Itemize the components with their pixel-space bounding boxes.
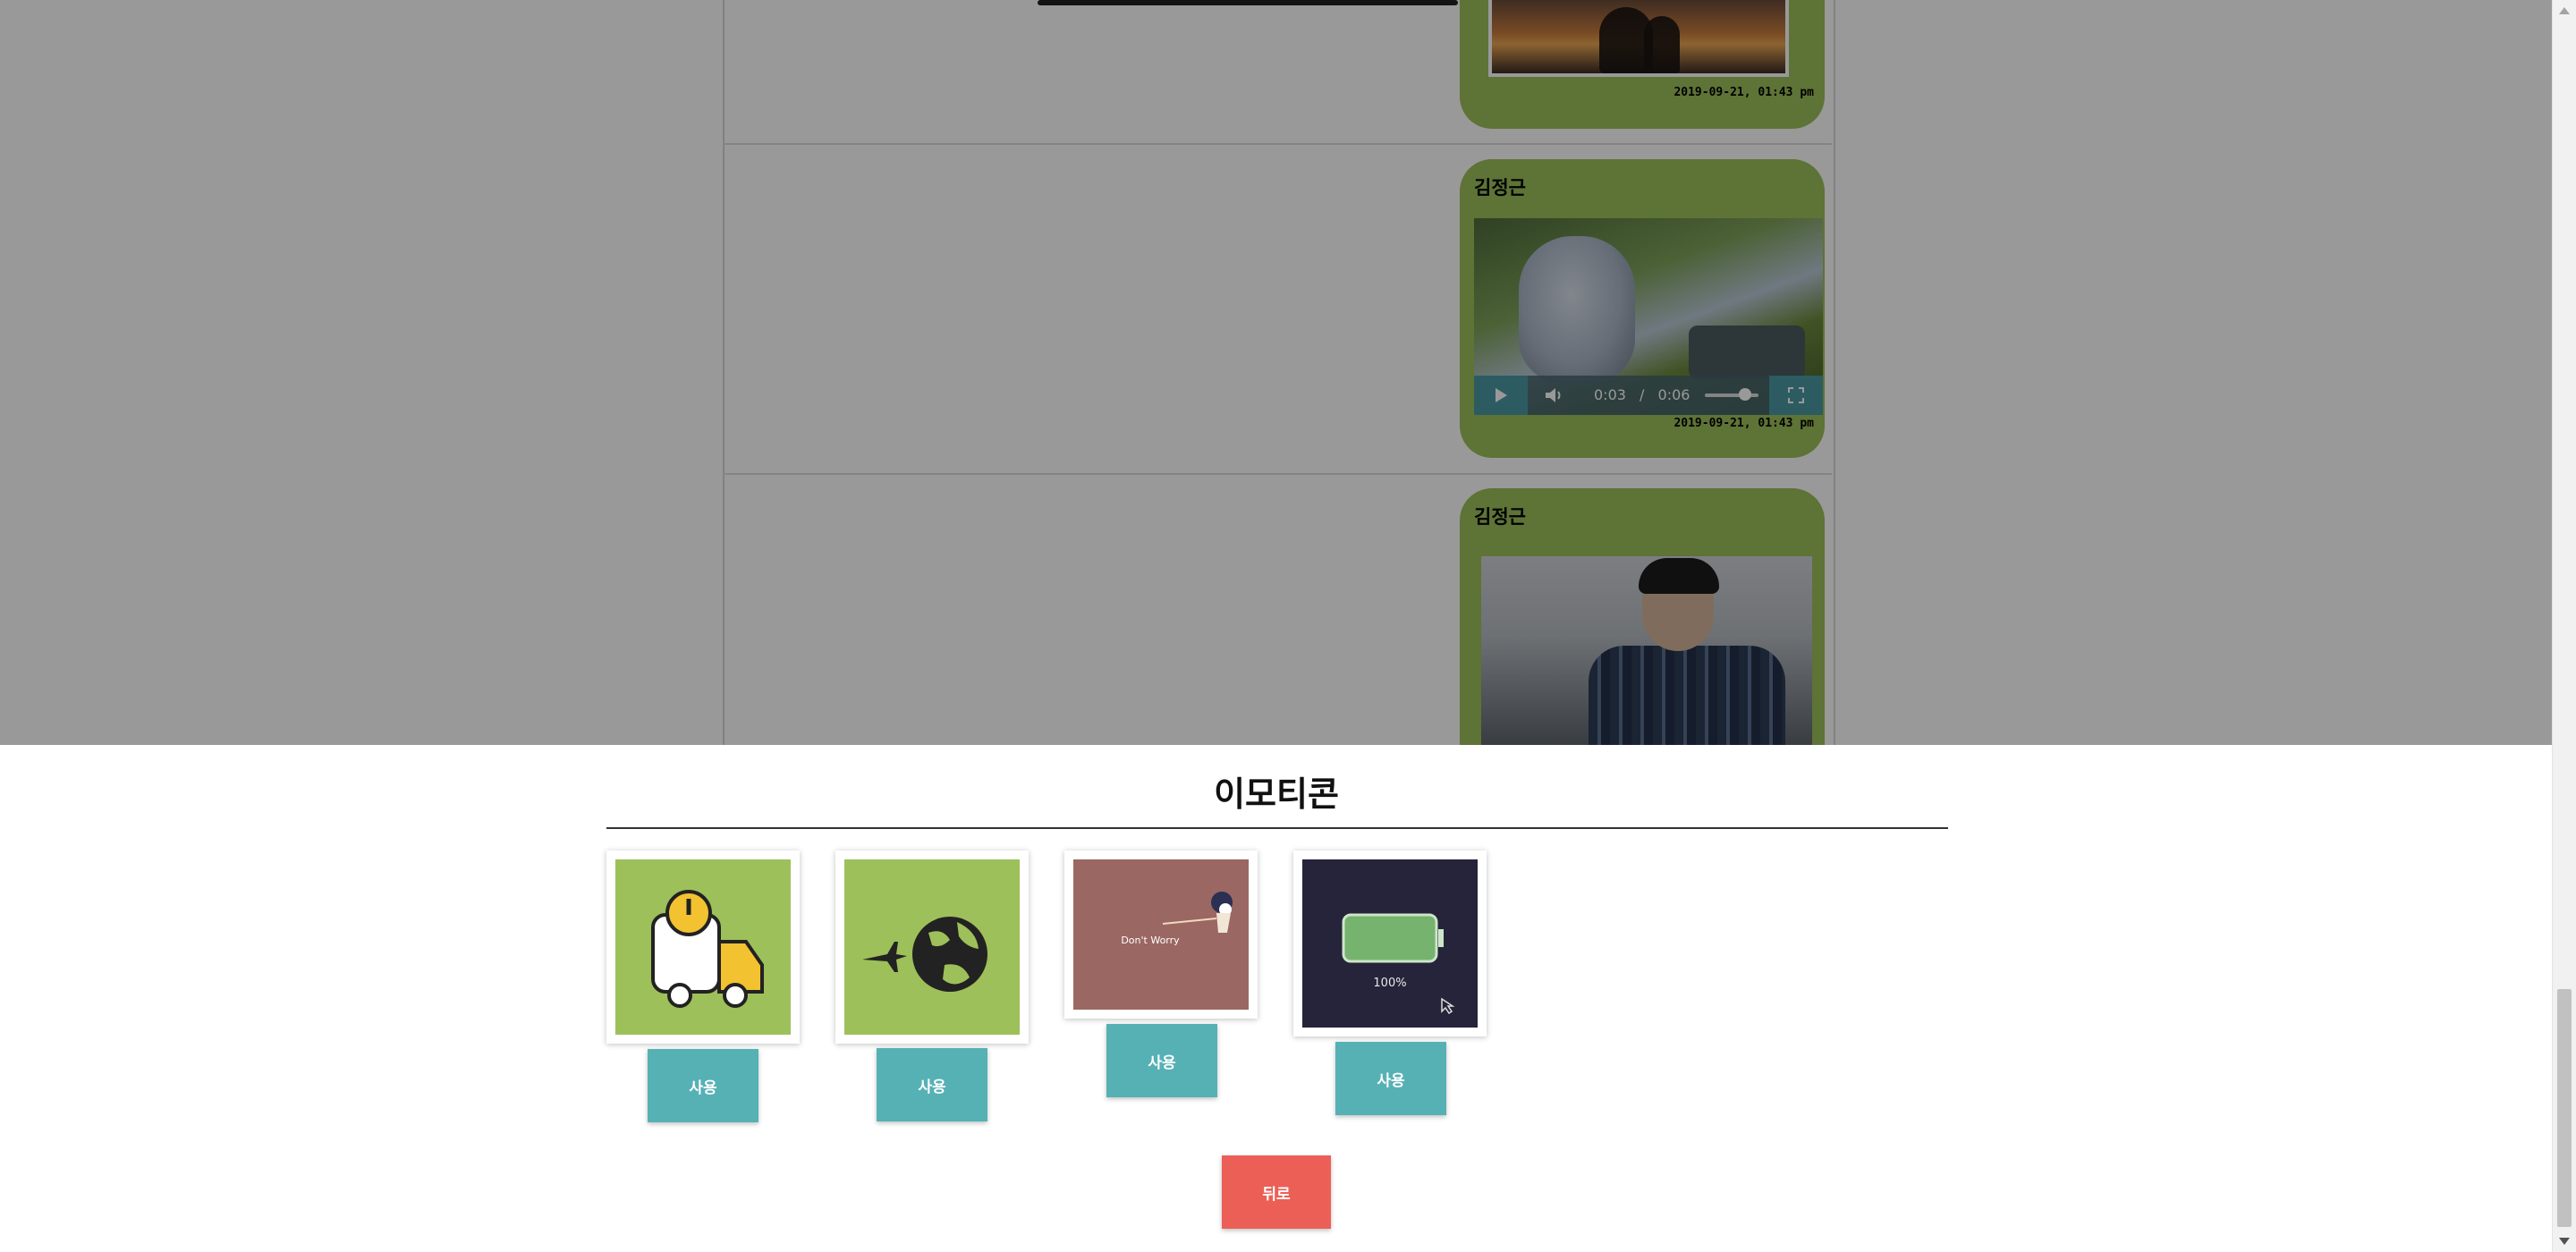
emoticon-card[interactable] — [606, 850, 800, 1044]
emoticon-card[interactable] — [835, 850, 1029, 1044]
svg-text:Don't Worry: Don't Worry — [1121, 935, 1180, 946]
divider — [606, 827, 1948, 829]
emoticon-card[interactable]: 100% — [1293, 850, 1487, 1036]
modal-backdrop[interactable] — [0, 0, 2576, 745]
scroll-down-icon[interactable] — [2559, 1238, 2570, 1245]
scrollbar-thumb[interactable] — [2557, 989, 2572, 1227]
emoticon-panel: 이모티콘 사용 사용 Don't Worry 사용 100% 사용 뒤로 — [0, 745, 2553, 1252]
back-button[interactable]: 뒤로 — [1222, 1155, 1331, 1229]
use-button[interactable]: 사용 — [1335, 1042, 1446, 1115]
use-button[interactable]: 사용 — [648, 1049, 758, 1122]
use-button[interactable]: 사용 — [1106, 1024, 1217, 1097]
scroll-up-icon[interactable] — [2559, 7, 2570, 14]
dont-worry-icon: Don't Worry — [1073, 859, 1249, 1010]
use-button[interactable]: 사용 — [877, 1048, 987, 1121]
airplane-globe-icon — [844, 859, 1020, 1035]
svg-text:100%: 100% — [1373, 977, 1406, 990]
battery-full-icon: 100% — [1302, 859, 1478, 1028]
emoticon-card[interactable]: Don't Worry — [1064, 850, 1258, 1019]
panel-title: 이모티콘 — [1214, 774, 1339, 814]
page-scrollbar[interactable] — [2552, 0, 2576, 1252]
delivery-truck-icon — [615, 859, 791, 1035]
